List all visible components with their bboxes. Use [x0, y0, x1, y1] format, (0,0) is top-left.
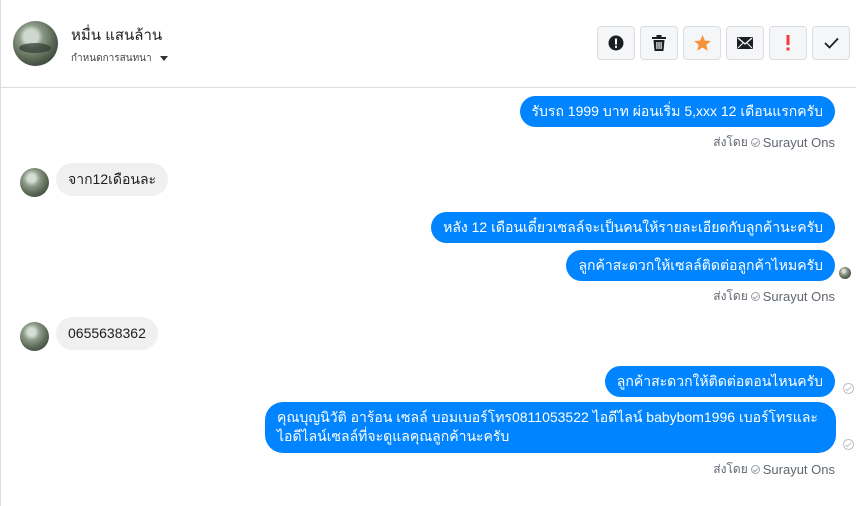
delivered-check-icon [843, 383, 854, 394]
message-thread[interactable]: รับรถ 1999 บาท ผ่อนเริ่ม 5,xxx 12 เดือนแ… [0, 88, 856, 506]
checkmark-icon [823, 37, 839, 49]
trash-icon [652, 35, 666, 51]
star-button[interactable] [683, 26, 721, 60]
contact-avatar-small [20, 322, 49, 351]
envelope-icon [737, 37, 753, 49]
alert-circle-icon [608, 35, 624, 51]
follow-up-button[interactable] [769, 26, 807, 60]
sent-by-agent: Surayut Ons [762, 462, 835, 477]
star-icon [693, 35, 711, 51]
sent-by-agent: Surayut Ons [762, 135, 835, 150]
check-circle-icon [750, 465, 760, 474]
sent-by-label: ส่งโดย Surayut Ons [713, 287, 835, 306]
contact-name[interactable]: หมื่น แสนล้าน [71, 23, 162, 47]
assign-conversation-label: กำหนดการสนทนา [71, 53, 152, 64]
check-circle-icon [750, 292, 760, 301]
message-outgoing: ลูกค้าสะดวกให้เซลล์ติดต่อลูกค้าไหมครับ [566, 250, 835, 281]
mark-spam-button[interactable] [597, 26, 635, 60]
message-outgoing: ลูกค้าสะดวกให้ติดต่อตอนไหนครับ [604, 366, 835, 397]
message-outgoing: หลัง 12 เดือนเดี๋ยวเซลล์จะเป็นคนให้รายละ… [431, 212, 835, 243]
mark-unread-button[interactable] [726, 26, 764, 60]
sent-by-label: ส่งโดย Surayut Ons [713, 133, 835, 152]
delivered-check-icon [843, 439, 854, 450]
contact-avatar-small [20, 168, 49, 197]
sent-by-prefix: ส่งโดย [713, 289, 748, 303]
contact-avatar[interactable] [13, 21, 58, 66]
sent-by-prefix: ส่งโดย [713, 462, 748, 476]
delete-button[interactable] [640, 26, 678, 60]
message-incoming: 0655638362 [56, 317, 158, 350]
assign-conversation-dropdown[interactable]: กำหนดการสนทนา [71, 51, 168, 66]
check-circle-icon [750, 138, 760, 147]
message-outgoing: คุณบุญนิวัติ อาร้อน เซลล์ บอมเบอร์โทร081… [265, 402, 836, 453]
sent-by-prefix: ส่งโดย [713, 135, 748, 149]
message-outgoing: รับรถ 1999 บาท ผ่อนเริ่ม 5,xxx 12 เดือนแ… [519, 96, 835, 127]
sent-by-agent: Surayut Ons [762, 289, 835, 304]
conversation-actions [597, 26, 850, 60]
conversation-header: หมื่น แสนล้าน กำหนดการสนทนา [0, 0, 856, 88]
mark-done-button[interactable] [812, 26, 850, 60]
seen-avatar [839, 267, 851, 279]
exclamation-icon [786, 35, 790, 51]
caret-down-icon [159, 56, 168, 61]
sent-by-label: ส่งโดย Surayut Ons [713, 460, 835, 479]
message-incoming: จาก12เดือนละ [56, 163, 169, 196]
